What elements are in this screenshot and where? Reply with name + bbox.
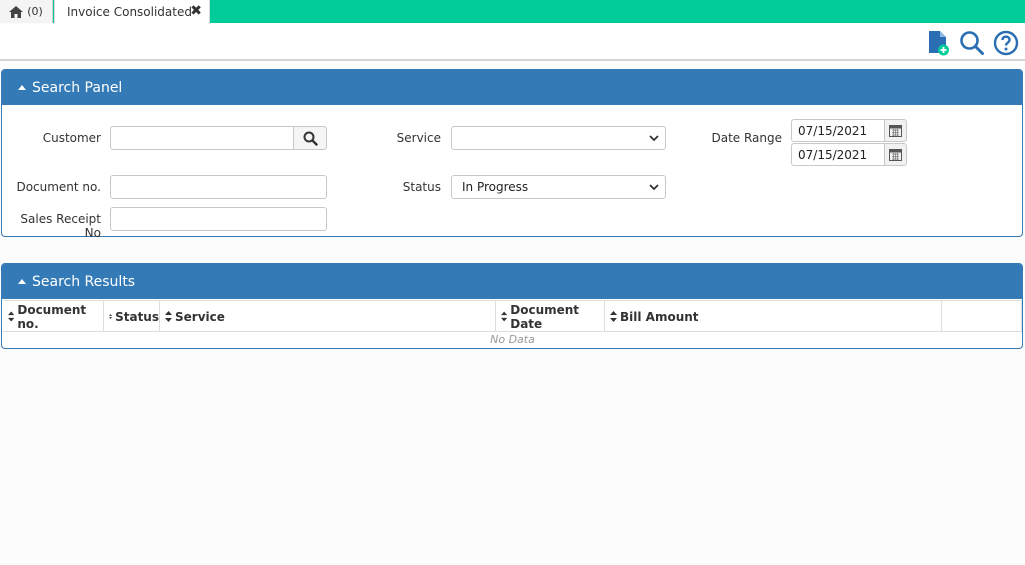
column-header-document-no[interactable]: Document no.: [3, 301, 104, 332]
collapse-caret-icon: [18, 278, 26, 284]
date-from-calendar-button[interactable]: [885, 119, 907, 142]
new-document-icon[interactable]: [925, 30, 951, 56]
column-header-bill-amount[interactable]: Bill Amount: [605, 301, 942, 332]
search-results-title: Search Results: [32, 273, 136, 290]
column-header-service[interactable]: Service: [160, 301, 496, 332]
column-label: Service: [175, 309, 225, 324]
toolbar: [0, 24, 1025, 61]
search-results-panel: Search Results Document no. Status Servi…: [1, 263, 1023, 349]
chevron-down-icon: [649, 135, 659, 142]
search-panel-header[interactable]: Search Panel: [2, 70, 1022, 105]
status-label: Status: [402, 180, 441, 194]
tab-home[interactable]: (0): [0, 0, 53, 23]
customer-input[interactable]: [110, 126, 294, 150]
grid-header-row: Document no. Status Service Document Dat…: [3, 300, 1022, 332]
search-results-header[interactable]: Search Results: [2, 264, 1022, 299]
calendar-icon: [889, 149, 902, 161]
sort-icon: [610, 311, 617, 322]
customer-label: Customer: [42, 131, 101, 145]
tab-label: Invoice Consolidated: [67, 5, 192, 19]
close-icon[interactable]: ✖: [190, 4, 202, 18]
sort-icon: [501, 311, 508, 322]
results-grid: Document no. Status Service Document Dat…: [3, 300, 1022, 347]
search-icon: [303, 131, 318, 146]
search-panel-title: Search Panel: [32, 79, 123, 96]
status-selected-value: In Progress: [462, 180, 529, 194]
home-icon: [9, 5, 24, 18]
column-header-status[interactable]: Status: [104, 301, 160, 332]
column-header-document-date[interactable]: Document Date: [496, 301, 605, 332]
customer-search-button[interactable]: [294, 126, 327, 150]
document-no-label: Document no.: [16, 180, 101, 194]
status-select[interactable]: In Progress: [451, 175, 666, 199]
column-label: Document no.: [17, 302, 87, 331]
column-label: Status: [115, 309, 159, 324]
home-tab-count: (0): [27, 5, 43, 18]
date-to-calendar-button[interactable]: [885, 143, 907, 166]
help-icon[interactable]: [993, 30, 1019, 56]
tab-bar: (0) Invoice Consolidated ✖: [0, 0, 1025, 24]
column-label: Document Date: [510, 302, 580, 331]
search-icon[interactable]: [959, 30, 985, 56]
document-no-input[interactable]: [110, 175, 327, 199]
sort-icon: [165, 311, 172, 322]
sales-receipt-label: Sales Receipt No: [20, 212, 101, 240]
tab-invoice-consolidated[interactable]: Invoice Consolidated ✖: [54, 0, 210, 24]
column-label: Bill Amount: [620, 309, 699, 324]
service-select[interactable]: [451, 126, 666, 150]
sort-icon: [109, 314, 113, 319]
date-from-input[interactable]: 07/15/2021: [791, 119, 885, 142]
search-panel: Search Panel Customer Document no. Sales…: [1, 69, 1023, 240]
service-label: Service: [396, 131, 441, 145]
calendar-icon: [889, 125, 902, 137]
date-to-input[interactable]: 07/15/2021: [791, 143, 885, 166]
collapse-caret-icon: [18, 84, 26, 90]
chevron-down-icon: [649, 184, 659, 191]
date-range-label: Date Range: [711, 131, 782, 145]
sort-icon: [8, 311, 15, 322]
column-header-actions: [942, 301, 1022, 332]
no-data-message: No Data: [490, 333, 535, 346]
sales-receipt-input[interactable]: [110, 207, 327, 231]
